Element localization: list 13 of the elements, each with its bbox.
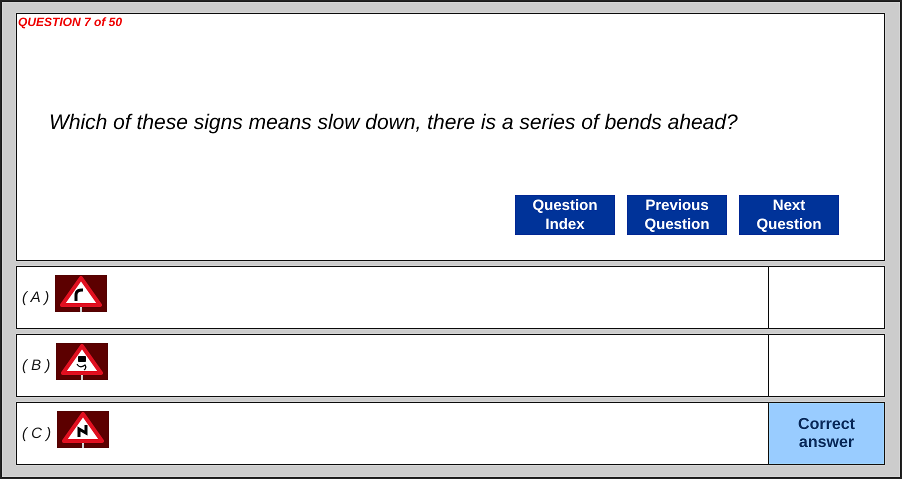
answer-option[interactable]: ( C ) <box>17 403 768 464</box>
option-label: ( C ) <box>22 425 52 442</box>
option-label: ( A ) <box>22 289 50 306</box>
nav-button[interactable]: Next Question <box>739 195 839 235</box>
option-label: ( B ) <box>22 357 50 374</box>
question-text: Which of these signs means slow down, there is a series of bends ahead? <box>49 111 738 135</box>
question-counter: QUESTION 7 of 50 <box>17 14 122 29</box>
double-bend-sign-icon <box>57 411 110 448</box>
nav-button[interactable]: Question Index <box>515 195 615 235</box>
result-text: Correct answer <box>797 416 856 452</box>
bend-sign-icon <box>55 275 108 312</box>
nav-button[interactable]: Previous Question <box>627 195 727 235</box>
skidding-car-sign-icon <box>56 343 108 380</box>
